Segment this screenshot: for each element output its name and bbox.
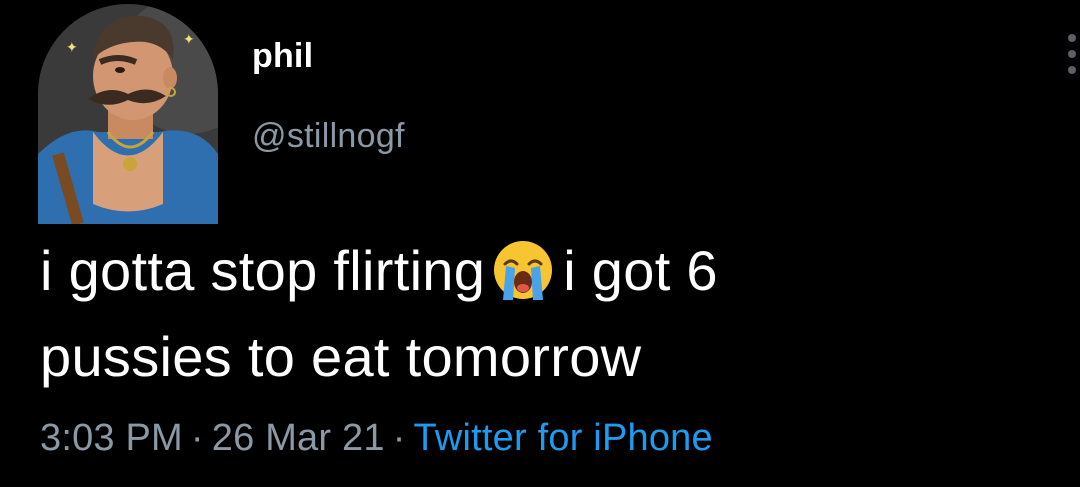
separator: · xyxy=(392,417,406,459)
user-info: phil @stillnogf xyxy=(252,30,405,162)
display-name[interactable]: phil xyxy=(252,30,405,82)
tweet-source-link[interactable]: Twitter for iPhone xyxy=(414,417,713,459)
tweet-metadata: 3:03 PM · 26 Mar 21 · Twitter for iPhone xyxy=(40,414,713,462)
avatar-illustration: ✦ ✦ xyxy=(38,4,218,224)
dot xyxy=(1068,66,1076,74)
tweet-text-segment: pussies to eat tomorrow xyxy=(40,325,642,388)
tweet-text: i gotta stop flirting i got 6 pussies to… xyxy=(40,228,1040,400)
tweet-card: ✦ ✦ phil @stillnogf i gotta stop flirtin… xyxy=(0,0,1080,487)
tweet-time[interactable]: 3:03 PM xyxy=(40,417,183,459)
more-options-icon[interactable] xyxy=(1060,30,1080,80)
svg-text:✦: ✦ xyxy=(183,32,195,48)
loudly-crying-face-emoji xyxy=(494,241,553,301)
svg-text:✦: ✦ xyxy=(66,40,78,56)
tweet-text-segment: i got 6 xyxy=(563,239,718,302)
dot xyxy=(1068,50,1076,58)
tweet-date[interactable]: 26 Mar 21 xyxy=(212,417,385,459)
username-handle[interactable]: @stillnogf xyxy=(252,110,405,162)
tweet-text-segment: i gotta stop flirting xyxy=(40,239,486,302)
separator: · xyxy=(190,417,204,459)
avatar[interactable]: ✦ ✦ xyxy=(38,4,218,224)
dot xyxy=(1068,34,1076,42)
